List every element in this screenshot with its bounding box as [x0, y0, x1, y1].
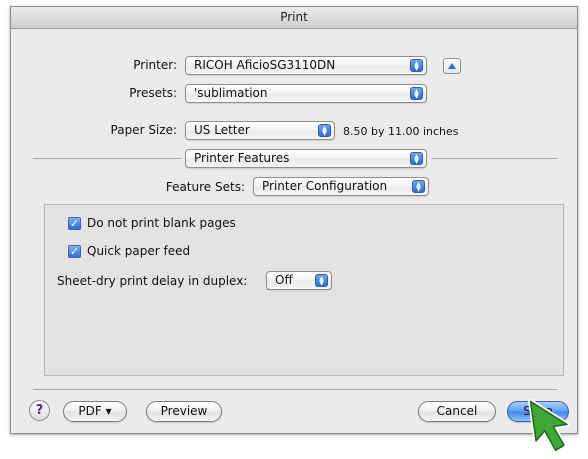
updown-arrows-icon: ▲ ▼ [410, 152, 423, 165]
presets-popup[interactable]: 'sublimation ▲ ▼ [185, 84, 427, 103]
pdf-button[interactable]: PDF ▾ [63, 401, 127, 422]
feature-sets-value: Printer Configuration [262, 179, 388, 193]
disclosure-triangle-icon [448, 63, 456, 69]
updown-arrows-icon: ▲ ▼ [410, 59, 423, 72]
quick-feed-label: Quick paper feed [87, 244, 191, 258]
updown-arrows-icon: ▲ ▼ [412, 180, 425, 193]
quick-feed-checkbox[interactable]: ✓ [68, 245, 81, 258]
cancel-button[interactable]: Cancel [418, 401, 496, 422]
print-dialog: Print Printer: RICOH AficioSG3110DN ▲ ▼ P… [10, 6, 578, 434]
presets-value: 'sublimation [194, 86, 268, 100]
help-button[interactable]: ? [29, 400, 50, 421]
printer-popup[interactable]: RICOH AficioSG3110DN ▲ ▼ [185, 56, 427, 75]
updown-arrows-icon: ▲ ▼ [410, 87, 423, 100]
feature-sets-popup[interactable]: Printer Configuration ▲ ▼ [253, 177, 429, 196]
updown-arrows-icon: ▲ ▼ [318, 124, 331, 137]
updown-arrows-icon: ▲ ▼ [315, 274, 328, 287]
presets-label: Presets: [129, 86, 177, 100]
sheet-dry-label: Sheet-dry print delay in duplex: [57, 274, 248, 288]
disclosure-button[interactable] [443, 58, 461, 74]
sheet-dry-popup[interactable]: Off ▲ ▼ [266, 271, 332, 290]
paper-size-label: Paper Size: [110, 123, 177, 137]
panel-selector-popup[interactable]: Printer Features ▲ ▼ [185, 149, 427, 168]
blank-pages-checkbox[interactable]: ✓ [68, 217, 81, 230]
window-title: Print [11, 7, 577, 29]
divider-right [431, 158, 557, 159]
paper-dimensions: 8.50 by 11.00 inches [343, 125, 459, 138]
paper-size-value: US Letter [194, 123, 250, 137]
feature-sets-label: Feature Sets: [165, 180, 245, 194]
paper-size-popup[interactable]: US Letter ▲ ▼ [185, 121, 335, 140]
blank-pages-label: Do not print blank pages [87, 216, 236, 230]
printer-value: RICOH AficioSG3110DN [194, 58, 336, 72]
panel-selector-value: Printer Features [194, 151, 290, 165]
printer-label: Printer: [133, 58, 177, 72]
sheet-dry-value: Off [275, 273, 293, 287]
preview-button[interactable]: Preview [146, 401, 222, 422]
bottom-divider [33, 389, 557, 390]
feature-options-panel: ✓ Do not print blank pages ✓ Quick paper… [44, 204, 564, 376]
arrow-cursor-icon [528, 398, 570, 453]
divider-left [33, 158, 181, 159]
